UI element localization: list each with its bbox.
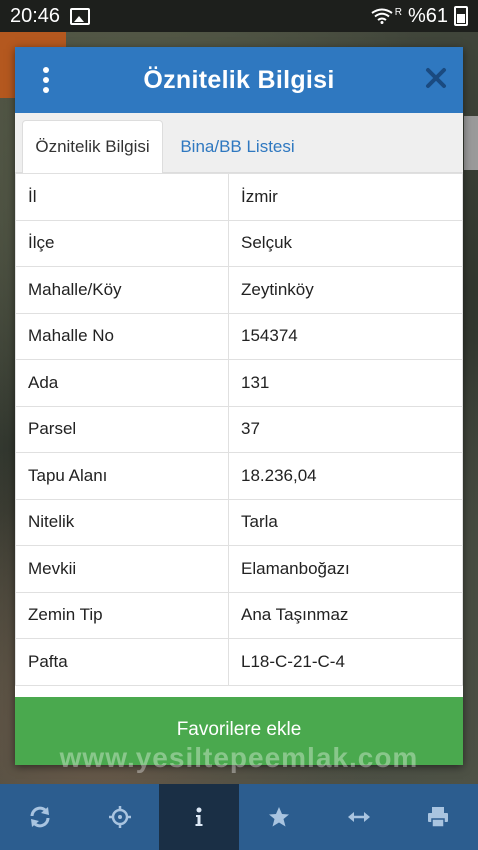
table-row: Nitelik Tarla: [15, 498, 463, 546]
attribute-key: Ada: [15, 359, 229, 407]
attribute-value: Elamanboğazı: [228, 545, 463, 593]
table-row: Mahalle/Köy Zeytinköy: [15, 266, 463, 314]
map-edge-tile: [464, 116, 478, 170]
attribute-value: 154374: [228, 312, 463, 360]
status-time: 20:46: [10, 4, 61, 27]
refresh-button[interactable]: [0, 784, 80, 850]
more-options-icon[interactable]: [42, 67, 50, 93]
attribute-key: Mevkii: [15, 545, 229, 593]
attribute-value: Ana Taşınmaz: [228, 591, 463, 639]
table-row: Zemin Tip Ana Taşınmaz: [15, 591, 463, 639]
attribute-value: Tarla: [228, 498, 463, 546]
dialog-header: Öznitelik Bilgisi: [15, 47, 463, 113]
attribute-key: Tapu Alanı: [15, 452, 229, 500]
attribute-value: 131: [228, 359, 463, 407]
table-row: Mahalle No 154374: [15, 312, 463, 360]
favorites-button[interactable]: [239, 784, 319, 850]
print-button[interactable]: [398, 784, 478, 850]
signal-letter: R: [394, 6, 402, 18]
print-icon: [428, 807, 449, 828]
table-row: Mevkii Elamanboğazı: [15, 545, 463, 593]
wifi-icon: [371, 8, 393, 24]
locate-button[interactable]: [80, 784, 160, 850]
tab-attributes[interactable]: Öznitelik Bilgisi: [22, 120, 163, 173]
attribute-value: Zeytinköy: [228, 266, 463, 314]
table-row: Ada 131: [15, 359, 463, 407]
table-row: Parsel 37: [15, 405, 463, 453]
table-row: İlçe Selçuk: [15, 219, 463, 267]
attribute-key: Mahalle/Köy: [15, 266, 229, 314]
measure-icon: [347, 812, 370, 822]
attribute-key: Nitelik: [15, 498, 229, 546]
attribute-value: L18-C-21-C-4: [228, 638, 463, 686]
star-icon: [268, 807, 289, 827]
attribute-key: Pafta: [15, 638, 229, 686]
attribute-key: Parsel: [15, 405, 229, 453]
attribute-value: Selçuk: [228, 219, 463, 267]
bottom-toolbar: [0, 784, 478, 850]
battery-text: %61: [407, 4, 448, 27]
table-row: Pafta L18-C-21-C-4: [15, 638, 463, 686]
refresh-icon: [30, 806, 50, 828]
attribute-key: Mahalle No: [15, 312, 229, 360]
attribute-key: İlçe: [15, 219, 229, 267]
info-icon: [195, 807, 203, 826]
attribute-table: İl İzmir İlçe Selçuk Mahalle/Köy Zeytinköy Mah…: [15, 173, 463, 686]
close-icon[interactable]: [425, 67, 447, 89]
attribute-dialog: Öznitelik Bilgisi Öznitelik Bilgisi Bina…: [15, 47, 463, 765]
measure-button[interactable]: [319, 784, 399, 850]
attribute-key: İl: [15, 173, 229, 221]
tab-bar: Öznitelik Bilgisi Bina/BB Listesi: [15, 113, 463, 173]
dialog-title: Öznitelik Bilgisi: [143, 65, 335, 94]
battery-icon: [454, 6, 468, 26]
image-notification-icon: [70, 7, 91, 25]
watermark: www.yesiltepeemlak.com: [59, 742, 419, 773]
table-row: Tapu Alanı 18.236,04: [15, 452, 463, 500]
attribute-value: 37: [228, 405, 463, 453]
table-row: İl İzmir: [15, 173, 463, 221]
crosshair-icon: [108, 806, 131, 828]
attribute-key: Zemin Tip: [15, 591, 229, 639]
attribute-value: İzmir: [228, 173, 463, 221]
tab-building-list[interactable]: Bina/BB Listesi: [175, 120, 300, 173]
attribute-value: 18.236,04: [228, 452, 463, 500]
info-button[interactable]: [159, 784, 240, 850]
status-bar: 20:46 R %61: [0, 0, 478, 32]
